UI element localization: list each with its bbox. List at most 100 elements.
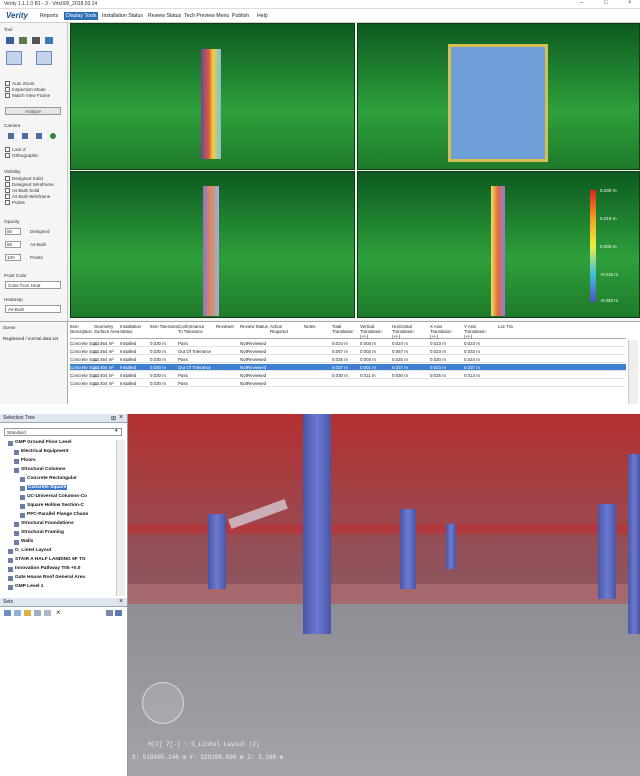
delete-icon[interactable]: × <box>56 608 61 617</box>
as-built-solid-checkbox[interactable] <box>5 188 10 193</box>
menu-reports[interactable]: Reports <box>40 13 58 19</box>
layer-icon <box>14 459 19 464</box>
viewport-heatmap[interactable]: 0.030 m 0.015 m 0.000 m -0.015 m -0.030 … <box>357 171 640 318</box>
column-header[interactable]: Installation Status <box>120 324 150 334</box>
close-button[interactable]: × <box>628 0 632 6</box>
viewport-front[interactable] <box>70 23 355 170</box>
table-cell: Out Of Tolerance <box>178 365 212 370</box>
column-header[interactable]: Conformance To Tolerance <box>178 324 208 334</box>
lock-z-checkbox[interactable] <box>5 147 10 152</box>
match-view-frame-checkbox[interactable] <box>5 93 10 98</box>
tree-view-dropdown[interactable]: Standard <box>4 428 122 436</box>
tree-item-label: Floors <box>21 458 36 463</box>
lock-z-label: Lock Z <box>12 147 26 152</box>
tree-item-label: Structural Framing <box>21 530 64 535</box>
grid-scrollbar[interactable] <box>628 340 638 404</box>
zoom-tool-icon[interactable] <box>45 37 53 44</box>
table-row[interactable]: Concrete Squ. 13.404 m² Installed 0.030 m Pa… <box>70 380 626 387</box>
column-header[interactable]: Horizontal Translation (+/-) <box>392 324 422 339</box>
column-header[interactable]: X Axis Translation (+/-) <box>430 324 460 339</box>
orthographic-label: Orthographic <box>12 153 39 158</box>
menu-review-status[interactable]: Review Status <box>148 13 181 19</box>
camera-side-icon[interactable] <box>36 133 42 139</box>
camera-top-icon[interactable] <box>22 133 28 139</box>
tree-item-label: Concrete Square <box>27 485 68 490</box>
menu-publish[interactable]: Publish <box>232 13 249 19</box>
column-header[interactable]: Notes <box>304 324 334 329</box>
pin-icon[interactable]: ⊞ <box>111 415 116 422</box>
table-cell: 0.025 m <box>392 357 408 362</box>
point-color-dropdown[interactable]: Color from Heat <box>5 281 61 289</box>
table-row[interactable]: Concrete Squ. 13.404 m² Installed 0.030 m Ou… <box>70 364 626 371</box>
add-comment-icon[interactable] <box>44 610 51 616</box>
table-row[interactable]: Concrete Squ. 13.464 m² Installed 0.030 m Pa… <box>70 340 626 347</box>
viewport-top[interactable] <box>357 23 640 170</box>
layout-icon[interactable] <box>6 51 22 65</box>
opacity-points-input[interactable]: 100 <box>5 254 21 261</box>
auto-zoom-checkbox[interactable] <box>5 81 10 86</box>
points-checkbox[interactable] <box>5 200 10 205</box>
heatmap-legend-bar <box>590 190 596 302</box>
title-bar: Verity 1.1.1.0 B1 - 3 - Vrtx000_2018.03.… <box>0 0 640 9</box>
designed-solid-checkbox[interactable] <box>5 176 10 181</box>
orbit-tool-icon[interactable] <box>32 37 40 44</box>
column-header[interactable]: Total Translation <box>332 324 362 334</box>
opacity-as-built-input[interactable]: 50 <box>5 241 21 248</box>
tree-scrollbar[interactable] <box>116 440 125 596</box>
analyze-button[interactable]: Analyze <box>5 107 61 115</box>
inspection-mode-label: Inspection Mode <box>12 87 46 92</box>
table-row[interactable]: Concrete Squ. 13.464 m² Installed 0.030 m Ou… <box>70 348 626 355</box>
menu-tech-preview[interactable]: Tech Preview Menu <box>184 13 229 19</box>
column-header[interactable]: Review Status <box>240 324 270 329</box>
table-cell: NotReviewed <box>240 381 267 386</box>
designed-wireframe-checkbox[interactable] <box>5 182 10 187</box>
inspection-mode-checkbox[interactable] <box>5 87 10 92</box>
save-selection-icon[interactable] <box>4 610 11 616</box>
column-header[interactable]: Y Axis Translation (+/-) <box>464 324 494 339</box>
sets-menu-icon[interactable] <box>115 610 122 616</box>
split-view-icon[interactable] <box>36 51 52 65</box>
table-cell: Installed <box>120 381 137 386</box>
duplicate-icon[interactable] <box>34 610 41 616</box>
navigation-wheel-icon[interactable] <box>142 682 184 724</box>
column-right <box>598 504 616 599</box>
table-row[interactable]: Concrete Squ. 13.464 m² Installed 0.030 m Pa… <box>70 356 626 363</box>
layer-icon <box>8 585 13 590</box>
menu-help[interactable]: Help <box>257 13 268 19</box>
pan-tool-icon[interactable] <box>19 37 27 44</box>
column-header[interactable]: Item Tolerance <box>150 324 180 329</box>
table-row[interactable]: Concrete Squ. 13.404 m² Installed 0.030 m Pa… <box>70 372 626 379</box>
table-cell: 0.023 m <box>464 341 480 346</box>
selection-tree-panel: Selection Tree ⊞ × Standard ▾ GMP Ground… <box>0 414 128 598</box>
maximize-button[interactable]: □ <box>604 0 608 6</box>
heatmap-header: Heatmap <box>4 297 23 302</box>
heatmap-dropdown[interactable]: As-Built <box>5 305 61 313</box>
table-cell: 13.404 m² <box>94 365 114 370</box>
menu-installation-status[interactable]: Installation Status <box>102 13 143 19</box>
viewport-side[interactable] <box>70 171 355 318</box>
chevron-down-icon[interactable]: ▾ <box>115 428 118 434</box>
table-cell: 13.404 m² <box>94 381 114 386</box>
point-cloud-viewport[interactable]: H[2] 7[-] : G_Lintel Layout (2) X: 51869… <box>128 414 640 776</box>
opacity-designed-input[interactable]: 50 <box>5 228 21 235</box>
column-header[interactable]: Loc Tra <box>498 324 528 329</box>
table-cell: 0.030 m <box>150 365 166 370</box>
as-built-wireframe-checkbox[interactable] <box>5 194 10 199</box>
column-header[interactable]: Action Required <box>270 324 300 334</box>
verity-logo: Verity <box>6 11 28 20</box>
menu-display-tools[interactable]: Display Tools <box>64 12 99 20</box>
opacity-as-built-label: As-Built <box>30 242 46 247</box>
import-export-icon[interactable] <box>106 610 113 616</box>
camera-reset-icon[interactable] <box>50 133 56 139</box>
column-header[interactable]: Vertical Translation (+/-) <box>360 324 390 339</box>
select-tool-icon[interactable] <box>6 37 14 44</box>
new-folder-icon[interactable] <box>24 610 31 616</box>
auto-zoom-label: Auto Zoom <box>12 81 35 86</box>
orthographic-checkbox[interactable] <box>5 153 10 158</box>
minimize-button[interactable]: – <box>580 0 583 6</box>
panel-close-icon[interactable]: × <box>119 414 123 421</box>
sets-close-icon[interactable]: × <box>119 598 123 605</box>
save-search-icon[interactable] <box>14 610 21 616</box>
camera-front-icon[interactable] <box>8 133 14 139</box>
column-top-view <box>448 44 548 162</box>
